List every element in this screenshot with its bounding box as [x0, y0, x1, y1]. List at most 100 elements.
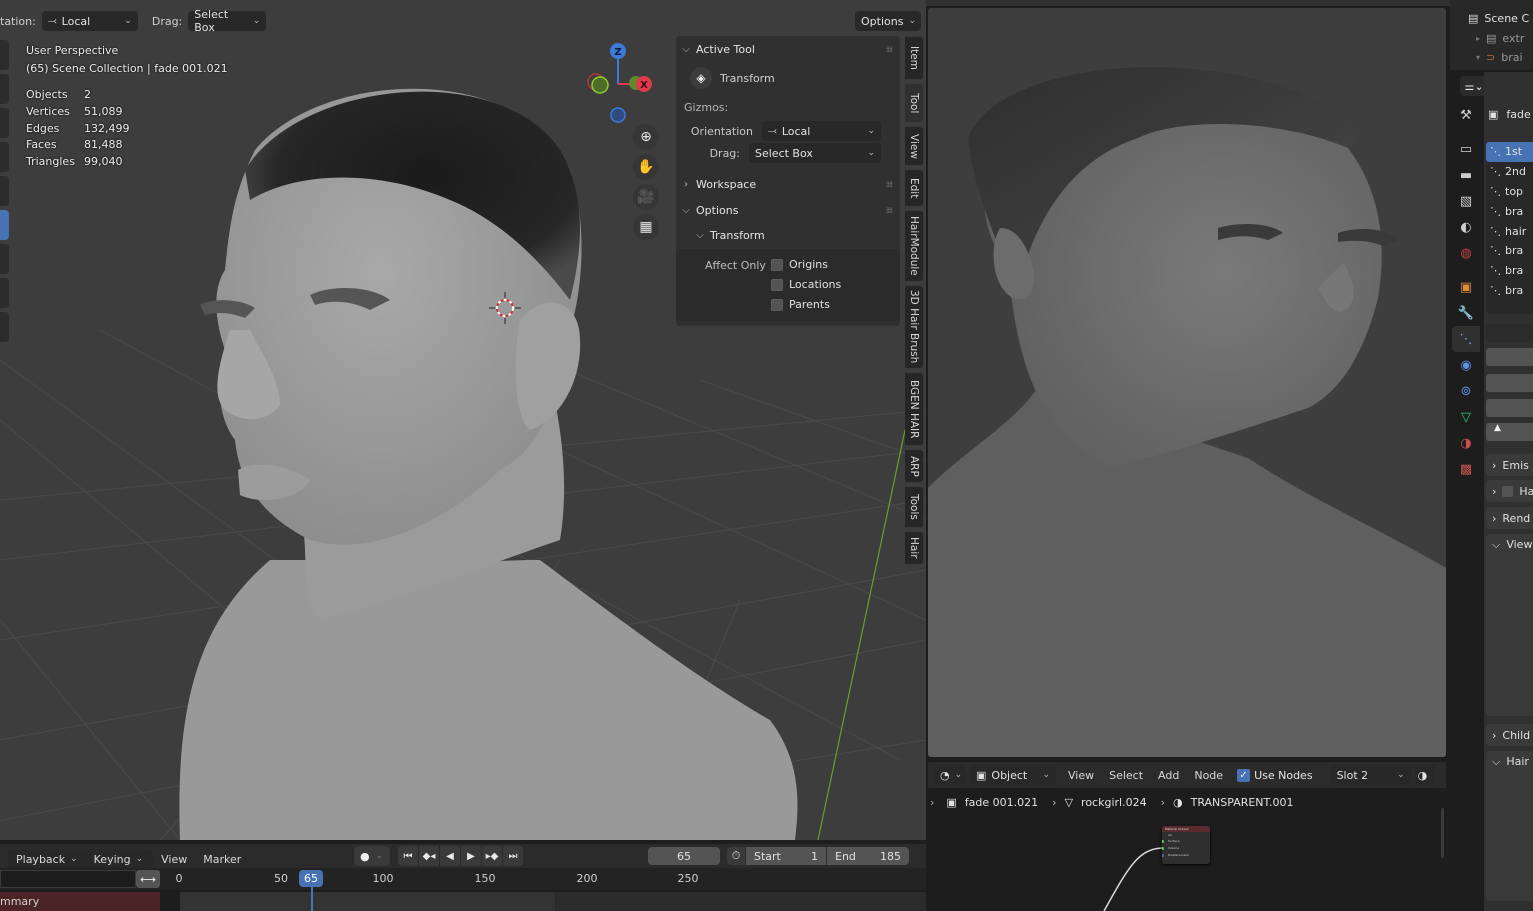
drag-handle-icon[interactable]: ⁞⁞⁞⁞ — [886, 180, 893, 189]
property-field[interactable] — [1486, 374, 1533, 392]
prev-keyframe-icon[interactable]: ◆◂ — [419, 846, 439, 866]
tool-select-box[interactable] — [0, 40, 9, 70]
jump-start-icon[interactable]: ⏮ — [398, 846, 418, 866]
node-input-displacement[interactable]: Displacement — [1162, 852, 1210, 859]
list-item[interactable]: ⋱ bra — [1486, 241, 1533, 261]
list-item[interactable]: ⋱ bra — [1486, 281, 1533, 301]
render-viewport[interactable] — [928, 8, 1446, 757]
tool-move[interactable] — [0, 108, 9, 138]
next-keyframe-icon[interactable]: ▸◆ — [482, 846, 502, 866]
material-output-node[interactable]: Material Output All Surface Volume Displ… — [1162, 826, 1210, 864]
viewport-3d[interactable]: tation: ⤙ Local ⌄ Drag: Select Box ⌄ Opt… — [0, 0, 926, 840]
menu-add[interactable]: Add — [1158, 769, 1179, 782]
jump-end-icon[interactable]: ⏭ — [503, 846, 523, 866]
options-header[interactable]: ⌵ Options ⁞⁞⁞⁞ — [676, 203, 900, 217]
list-item[interactable]: ⋱ 2nd — [1486, 162, 1533, 182]
output-icon[interactable]: ▬ — [1452, 162, 1480, 188]
panel-render[interactable]: › Rend — [1486, 507, 1533, 529]
navigation-gizmo[interactable]: Z X — [580, 38, 660, 133]
panel-hair-dynamics[interactable]: › Ha — [1486, 480, 1533, 502]
outliner-row[interactable]: ▤ Scene C — [1468, 12, 1529, 25]
menu-view[interactable]: View — [153, 850, 195, 868]
panel-children[interactable]: › Child — [1486, 724, 1533, 746]
checkbox[interactable] — [1502, 485, 1514, 497]
tool-annotate[interactable] — [0, 244, 9, 274]
channel-search-field[interactable] — [0, 870, 136, 888]
options-dropdown[interactable]: Options ⌄ — [855, 11, 921, 31]
list-item[interactable]: ⋱ hair — [1486, 221, 1533, 241]
transform-subpanel-header[interactable]: ⌵ Transform — [690, 228, 914, 242]
scene-icon[interactable]: ◐ — [1452, 214, 1480, 240]
render-icon[interactable]: ▭ — [1452, 136, 1480, 162]
tab-tool[interactable]: Tool — [905, 83, 924, 123]
3d-cursor-icon[interactable] — [489, 292, 521, 324]
panel-hair-shape[interactable]: ⌵Hair S — [1486, 751, 1533, 901]
drag-dropdown[interactable]: Select Box ⌄ — [749, 143, 881, 163]
use-nodes-checkbox[interactable]: ✓ Use Nodes — [1237, 768, 1313, 782]
scrollbar[interactable] — [1441, 808, 1444, 858]
editor-type-dropdown[interactable]: ◔ ⌄ — [934, 765, 966, 785]
material-icon[interactable]: ◑ — [1452, 430, 1480, 456]
material-slot-dropdown[interactable]: Slot 2 ⌄ — [1330, 765, 1411, 785]
swap-arrows-icon[interactable]: ⟷ — [136, 870, 160, 888]
menu-node[interactable]: Node — [1194, 769, 1223, 782]
tool-scale[interactable] — [0, 176, 9, 206]
tool-cursor[interactable] — [0, 74, 9, 104]
tool-transform[interactable] — [0, 210, 9, 240]
object-icon[interactable]: ▣ — [1452, 274, 1480, 300]
tab-tools[interactable]: Tools — [905, 486, 924, 528]
start-frame-field[interactable]: Start 1 — [746, 847, 826, 865]
particle-systems-list[interactable]: ⋱ 1st ⋱ 2nd ⋱ top ⋱ bra ⋱ hair ⋱ bra ⋱ bra ⋱ bra — [1486, 142, 1533, 314]
menu-marker[interactable]: Marker — [195, 850, 249, 868]
current-frame-field[interactable]: 65 — [648, 847, 720, 865]
tab-edit[interactable]: Edit — [905, 169, 924, 207]
active-tool-item[interactable]: ◈ Transform — [690, 67, 914, 89]
orientation-dropdown[interactable]: ⤙ Local ⌄ — [762, 121, 881, 141]
ortho-grid-icon[interactable]: ▦ — [633, 214, 659, 240]
orientation-dropdown[interactable]: ⤙ Local ⌄ — [41, 11, 138, 31]
menu-select[interactable]: Select — [1109, 769, 1143, 782]
node-input-volume[interactable]: Volume — [1162, 845, 1210, 852]
drag-handle-icon[interactable]: ⁞⁞⁞⁞ — [886, 206, 893, 215]
tab-hair[interactable]: Hair — [905, 531, 924, 565]
tab-item[interactable]: Item — [905, 36, 924, 80]
zoom-icon[interactable]: ⊕ — [633, 124, 659, 150]
tab-arp[interactable]: ARP — [905, 449, 924, 483]
menu-playback[interactable]: Playback ⌄ — [8, 850, 86, 868]
physics-icon[interactable]: ◉ — [1452, 352, 1480, 378]
workspace-header[interactable]: › Workspace ⁞⁞⁞⁞ — [676, 177, 900, 191]
parents-checkbox[interactable]: Parents — [771, 298, 830, 311]
tool-icon[interactable]: ⚒ — [1452, 102, 1480, 128]
modifier-icon[interactable]: 🔧 — [1452, 300, 1480, 326]
tab-view[interactable]: View — [905, 126, 924, 166]
tab-hairmodule[interactable]: HairModule — [905, 210, 924, 282]
timeline-keyframe-area[interactable] — [180, 892, 926, 911]
locations-checkbox[interactable]: Locations — [771, 278, 841, 291]
stopwatch-icon[interactable]: ⏱ — [727, 847, 745, 865]
menu-view[interactable]: View — [1068, 769, 1094, 782]
tab-3d-hair-brush[interactable]: 3D Hair Brush — [905, 285, 924, 369]
drag-handle-icon[interactable]: ⁞⁞⁞⁞ — [886, 45, 893, 54]
view-layer-icon[interactable]: ▧ — [1452, 188, 1480, 214]
playhead-line[interactable] — [311, 887, 313, 911]
material-browse-button[interactable]: ◑ — [1414, 765, 1435, 785]
property-field[interactable] — [1486, 399, 1533, 417]
end-frame-field[interactable]: End 185 — [827, 847, 909, 865]
node-input-surface[interactable]: Surface — [1162, 838, 1210, 845]
timeline-ruler[interactable]: ⟷ 0 50 100 150 200 250 65 — [0, 868, 926, 890]
play-icon[interactable]: ▶ — [461, 846, 481, 866]
list-item[interactable]: ⋱ top — [1486, 182, 1533, 202]
list-item[interactable]: ⋱ 1st — [1486, 142, 1533, 162]
shader-node-editor[interactable]: ◔ ⌄ ▣ Object ⌄ View Select Add Node ✓ Us… — [928, 758, 1446, 911]
texture-icon[interactable]: ▩ — [1452, 456, 1480, 482]
constraints-icon[interactable]: ⊚ — [1452, 378, 1480, 404]
tool-add-cube[interactable] — [0, 312, 9, 342]
outliner-row[interactable]: ▸ ▤ extr — [1476, 32, 1524, 45]
menu-keying[interactable]: Keying ⌄ — [86, 850, 152, 868]
outliner-row[interactable]: ▾ ⊃ brai — [1476, 51, 1523, 64]
camera-icon[interactable]: 🎥 — [633, 184, 659, 210]
shader-type-dropdown[interactable]: ▣ Object ⌄ — [970, 765, 1056, 785]
pan-hand-icon[interactable]: ✋ — [633, 154, 659, 180]
particle-settings-selector[interactable] — [1486, 324, 1533, 342]
list-item[interactable]: ⋱ bra — [1486, 201, 1533, 221]
